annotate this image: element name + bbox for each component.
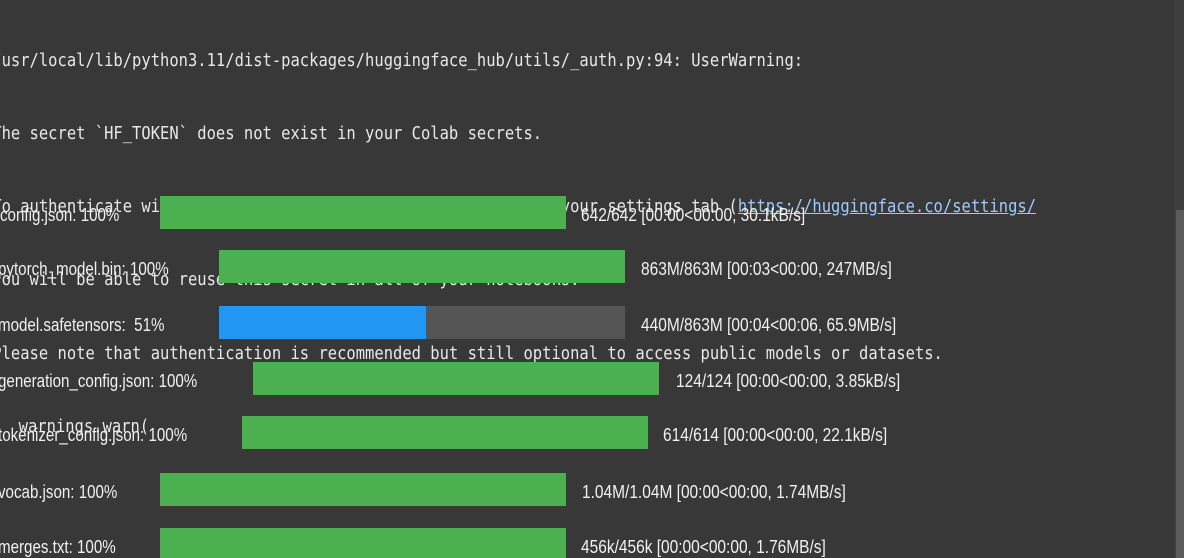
percent-text: 100%	[78, 482, 118, 502]
download-stats: 614/614 [00:00<00:00, 22.1kB/s]	[663, 425, 888, 445]
file-name: merges.txt	[0, 537, 69, 557]
download-row-vocab: vocab.json: 100% 1.04M/1.04M [00:00<00:0…	[0, 473, 1184, 513]
download-row-pytorch-model: pytorch_model.bin: 100% 863M/863M [00:03…	[0, 250, 1184, 290]
progress-fill	[160, 528, 566, 558]
download-stats: 863M/863M [00:03<00:00, 247MB/s]	[641, 259, 892, 279]
download-label: pytorch_model.bin: 100%	[0, 259, 169, 279]
colab-output-cell: /usr/local/lib/python3.11/dist-packages/…	[0, 0, 1184, 558]
download-row-model-safetensors: model.safetensors: 51% 440M/863M [00:04<…	[0, 306, 1184, 346]
percent-text: 100%	[158, 371, 198, 391]
percent-text: 100%	[76, 537, 116, 557]
percent-text: 100%	[129, 259, 169, 279]
progress-bar	[242, 416, 648, 449]
progress-fill	[253, 362, 659, 395]
progress-bar	[253, 362, 659, 395]
file-name: config.json	[0, 205, 73, 225]
download-label: config.json: 100%	[0, 205, 120, 225]
file-name: model.safetensors	[0, 315, 122, 335]
percent-text: 51%	[129, 315, 165, 335]
download-label: vocab.json: 100%	[0, 482, 118, 502]
download-stats: 1.04M/1.04M [00:00<00:00, 1.74MB/s]	[582, 482, 846, 502]
download-stats: 642/642 [00:00<00:00, 30.1kB/s]	[581, 205, 806, 225]
download-row-generation-config: generation_config.json: 100% 124/124 [00…	[0, 362, 1184, 402]
output-scrollbar-thumb[interactable]	[1176, 210, 1184, 558]
progress-fill	[219, 250, 625, 283]
file-name: generation_config.json	[0, 371, 151, 391]
progress-bar	[160, 196, 566, 229]
progress-fill	[160, 473, 566, 506]
download-stats: 456k/456k [00:00<00:00, 1.76MB/s]	[581, 537, 826, 557]
download-row-config: config.json: 100% 642/642 [00:00<00:00, …	[0, 196, 1184, 236]
download-label: generation_config.json: 100%	[0, 371, 198, 391]
percent-text: 100%	[80, 205, 120, 225]
file-name: tokenizer_config.json	[0, 425, 141, 445]
download-label: tokenizer_config.json: 100%	[0, 425, 188, 445]
progress-bar	[160, 528, 566, 558]
warning-line-path: /usr/local/lib/python3.11/dist-packages/…	[0, 49, 804, 71]
user-warning-text: /usr/local/lib/python3.11/dist-packages/…	[0, 0, 1036, 488]
download-stats: 440M/863M [00:04<00:06, 65.9MB/s]	[641, 315, 897, 335]
progress-fill	[242, 416, 648, 449]
download-row-tokenizer-config: tokenizer_config.json: 100% 614/614 [00:…	[0, 416, 1184, 456]
warning-line-secret: The secret `HF_TOKEN` does not exist in …	[0, 123, 543, 145]
percent-text: 100%	[148, 425, 188, 445]
progress-fill	[219, 306, 427, 339]
download-label: model.safetensors: 51%	[0, 315, 165, 335]
progress-bar	[219, 306, 625, 339]
progress-bar	[219, 250, 625, 283]
file-name: pytorch_model.bin	[0, 259, 122, 279]
download-label: merges.txt: 100%	[0, 537, 116, 557]
progress-bar	[160, 473, 566, 506]
download-stats: 124/124 [00:00<00:00, 3.85kB/s]	[676, 371, 901, 391]
download-row-merges: merges.txt: 100% 456k/456k [00:00<00:00,…	[0, 528, 1184, 558]
progress-fill	[160, 196, 566, 229]
file-name: vocab.json	[0, 482, 71, 502]
